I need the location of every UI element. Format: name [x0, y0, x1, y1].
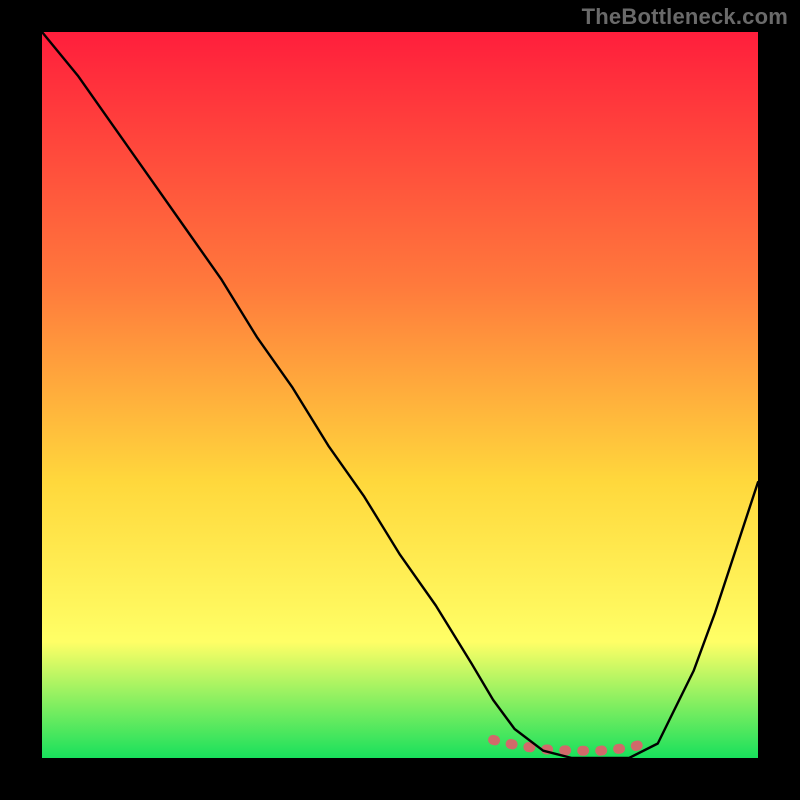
- gradient-background: [42, 32, 758, 758]
- plot-area: [42, 32, 758, 758]
- watermark-text: TheBottleneck.com: [582, 4, 788, 30]
- chart-container: TheBottleneck.com: [0, 0, 800, 800]
- chart-svg: [42, 32, 758, 758]
